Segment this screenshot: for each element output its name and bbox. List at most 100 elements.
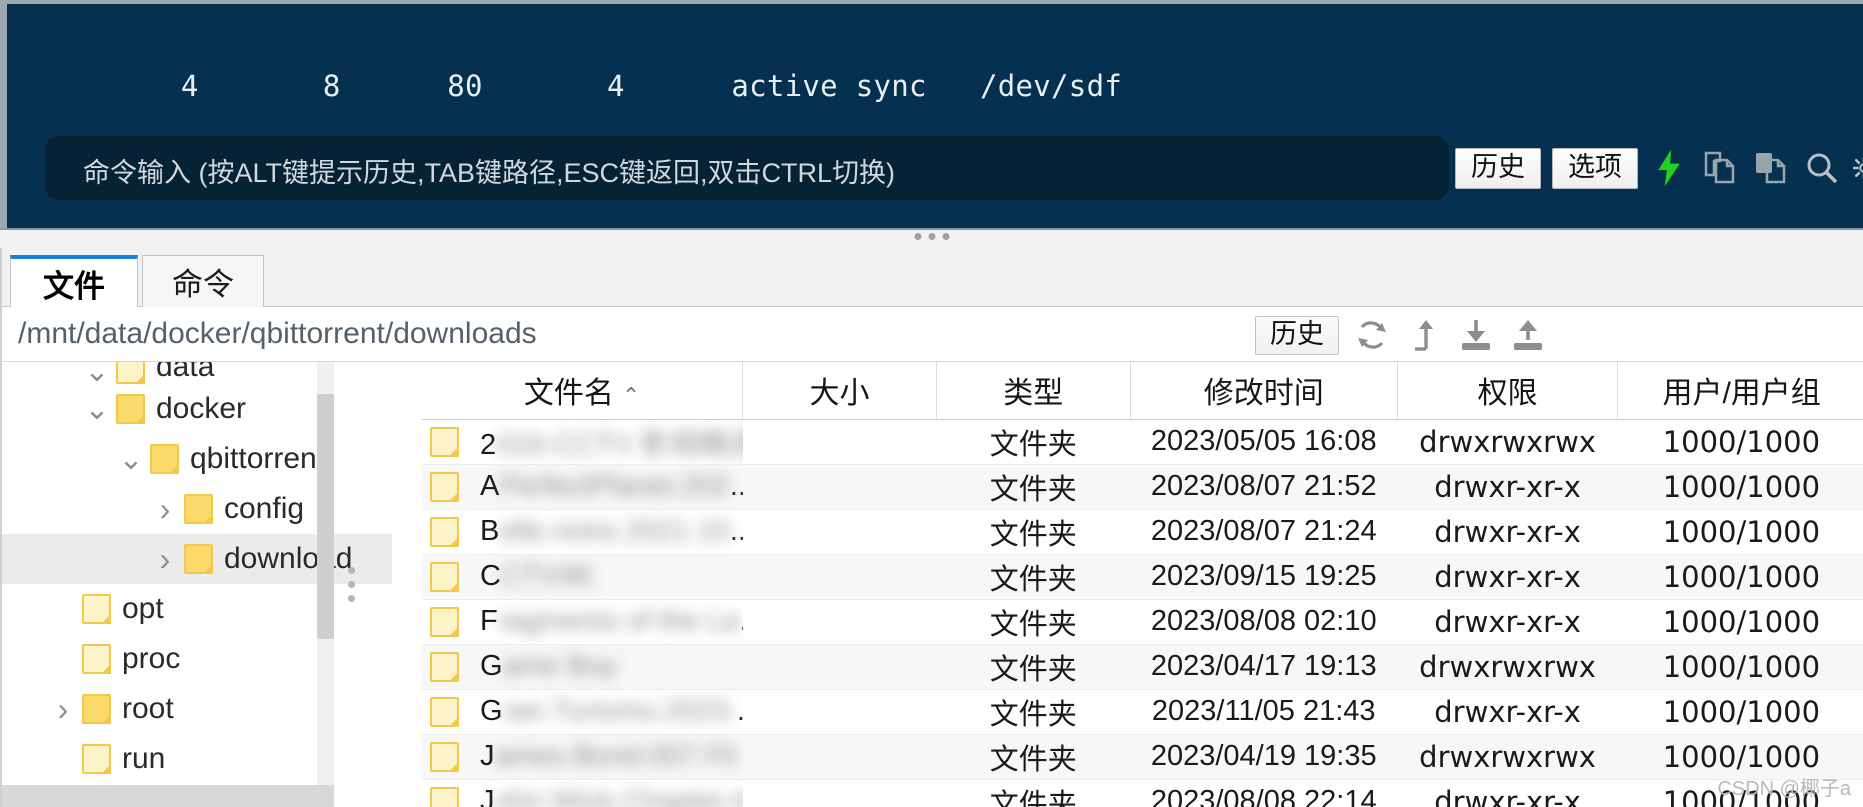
column-header-label: 大小 xyxy=(809,377,870,411)
tree-item-label: proc xyxy=(122,642,181,675)
tree-item-label: docker xyxy=(156,392,247,425)
command-bar: 命令输入 (按ALT键提示历史,TAB键路径,ESC键返回,双击CTRL切换) … xyxy=(7,134,1863,202)
cell-owner: 1000/1000 xyxy=(1617,689,1863,735)
column-header-owner[interactable]: 用户/用户组 xyxy=(1617,362,1863,420)
tree-horizontal-scrollbar[interactable] xyxy=(2,785,334,807)
cell-perm: drwxrwxrwx xyxy=(1397,734,1618,780)
cell-time: 2023/08/07 21:24 xyxy=(1130,509,1398,555)
tree-scrollbar-thumb[interactable] xyxy=(317,394,334,639)
column-header-type[interactable]: 类型 xyxy=(936,362,1131,420)
tree-vertical-scrollbar[interactable] xyxy=(317,362,334,807)
table-row[interactable]: CCTV4K 文件夹 2023/09/15 19:25 drwxr-xr-x 1000/… xyxy=(422,554,1863,600)
file-name-label: APerfectPlanet.202... xyxy=(480,470,743,502)
terminal-toolbar: 历史 选项 xyxy=(1455,140,1863,196)
cell-time: 2023/05/05 16:08 xyxy=(1130,419,1398,465)
file-table-head: 文件名 ⌃ 大小 类型 修改时间 权限 用户/用户组 xyxy=(422,362,1863,420)
tree-item-label: root xyxy=(122,692,174,725)
folder-icon xyxy=(430,606,459,637)
folder-icon xyxy=(116,394,145,424)
cell-name: APerfectPlanet.202... xyxy=(422,464,743,510)
folder-icon xyxy=(82,594,111,624)
folder-icon xyxy=(116,362,145,384)
cell-size xyxy=(742,464,937,510)
file-list: 文件名 ⌃ 大小 类型 修改时间 权限 用户/用户组 2016-CCTV 影视精选... 文件… xyxy=(422,362,1863,807)
path-toolbar: 历史 xyxy=(1255,312,1547,358)
tab-files-label: 文件 xyxy=(43,268,105,304)
path-input[interactable]: /mnt/data/docker/qbittorrent/downloads xyxy=(18,317,537,351)
cell-size xyxy=(742,689,937,735)
file-name-label: Belle.noire.2021.10... xyxy=(480,515,743,547)
sort-ascending-icon: ⌃ xyxy=(621,383,641,409)
directory-tree[interactable]: ⌄ data ⌄ docker ⌄ qbittorrent › config › download… xyxy=(2,362,392,807)
column-header-label: 用户/用户组 xyxy=(1662,377,1821,411)
table-row[interactable]: Fragments of the La... 文件夹2023/08/08 02:1… xyxy=(422,599,1863,645)
file-name-label: James.Bond.007.Fil xyxy=(480,740,737,772)
column-header-perm[interactable]: 权限 xyxy=(1397,362,1619,420)
chevron-down-icon[interactable]: ⌄ xyxy=(118,443,144,476)
tab-commands[interactable]: 命令 xyxy=(142,255,264,307)
column-header-size[interactable]: 大小 xyxy=(742,362,937,420)
cell-type: 文件夹 xyxy=(936,509,1131,555)
tree-item-label: config xyxy=(224,492,305,525)
file-name-label: Fragments of the La... xyxy=(480,605,743,637)
parent-directory-icon[interactable] xyxy=(1405,315,1443,355)
cell-perm: drwxr-xr-x xyxy=(1397,689,1618,735)
cell-perm: drwxrwxrwx xyxy=(1397,419,1618,465)
table-row[interactable]: Game Boy 文件夹 2023/04/17 19:13 drwxrwxrwx 100… xyxy=(422,644,1863,690)
tree-resize-handle[interactable] xyxy=(342,362,360,807)
chevron-down-icon[interactable]: ⌄ xyxy=(84,393,110,426)
upload-icon[interactable] xyxy=(1509,315,1547,355)
cell-owner: 1000/1000 xyxy=(1617,509,1863,555)
table-row[interactable]: Gran.Turismo.2023.... 文件夹2023/11/05 21:43… xyxy=(422,689,1863,735)
folder-icon xyxy=(430,696,459,727)
column-header-time[interactable]: 修改时间 xyxy=(1130,362,1398,420)
chevron-down-icon[interactable]: ⌄ xyxy=(84,362,110,384)
folder-icon xyxy=(430,741,459,772)
table-row[interactable]: John.Wick.Chapter.4 文件夹 2023/08/08 22:14 dr… xyxy=(422,779,1863,807)
column-header-label: 权限 xyxy=(1477,377,1538,411)
table-row[interactable]: Belle.noire.2021.10... 文件夹2023/08/07 21:2… xyxy=(422,509,1863,555)
pane-splitter[interactable] xyxy=(0,228,1863,248)
terminal-pane[interactable]: 4 8 80 4 active sync /dev/sdf [root@loca… xyxy=(0,0,1863,228)
tree-item-label: run xyxy=(122,742,166,775)
tree-item-label: qbittorrent xyxy=(190,442,326,475)
cell-type: 文件夹 xyxy=(936,464,1131,510)
tab-strip: 文件 命令 xyxy=(2,248,1863,307)
gear-icon[interactable] xyxy=(1853,146,1863,190)
column-header-label: 修改时间 xyxy=(1203,377,1324,411)
command-input[interactable]: 命令输入 (按ALT键提示历史,TAB键路径,ESC键返回,双击CTRL切换) xyxy=(45,136,1449,200)
cell-owner: 1000/1000 xyxy=(1617,464,1863,510)
cell-size xyxy=(742,779,937,807)
folder-icon xyxy=(430,471,459,502)
table-row[interactable]: 2016-CCTV 影视精选... 文件夹2023/05/05 16:08drwx… xyxy=(422,419,1863,465)
cell-size xyxy=(742,644,937,690)
folder-icon xyxy=(430,561,459,592)
terminal-options-button[interactable]: 选项 xyxy=(1552,147,1638,189)
tab-files[interactable]: 文件 xyxy=(10,255,138,307)
file-table-body: 2016-CCTV 影视精选...文件夹2023/05/05 16:08drwx… xyxy=(422,419,1863,807)
chevron-right-icon[interactable]: › xyxy=(152,541,178,577)
table-row[interactable]: APerfectPlanet.202... 文件夹2023/08/07 21:52… xyxy=(422,464,1863,510)
splitter-handle[interactable] xyxy=(914,233,949,240)
folder-icon xyxy=(150,444,179,474)
file-manager: 文件 命令 /mnt/data/docker/qbittorrent/downl… xyxy=(0,248,1863,807)
cell-perm: drwxr-xr-x xyxy=(1397,779,1618,807)
path-history-button[interactable]: 历史 xyxy=(1255,315,1339,355)
search-icon[interactable] xyxy=(1802,146,1842,190)
cell-owner: 1000/1000 xyxy=(1617,419,1863,465)
cell-time: 2023/11/05 21:43 xyxy=(1130,689,1398,735)
download-icon[interactable] xyxy=(1457,315,1495,355)
cell-perm: drwxr-xr-x xyxy=(1397,509,1618,555)
lightning-icon[interactable] xyxy=(1649,146,1689,190)
copy-icon[interactable] xyxy=(1700,146,1740,190)
paste-icon[interactable] xyxy=(1751,146,1791,190)
chevron-right-icon[interactable]: › xyxy=(50,691,76,727)
terminal-history-button[interactable]: 历史 xyxy=(1455,147,1541,189)
cell-owner: 1000/1000 xyxy=(1617,599,1863,645)
cell-type: 文件夹 xyxy=(936,644,1131,690)
column-header-name[interactable]: 文件名 ⌃ xyxy=(422,362,744,420)
chevron-right-icon[interactable]: › xyxy=(152,491,178,527)
refresh-icon[interactable] xyxy=(1353,315,1391,355)
cell-time: 2023/04/19 19:35 xyxy=(1130,734,1398,780)
table-row[interactable]: James.Bond.007.Fil 文件夹 2023/04/19 19:35 drw… xyxy=(422,734,1863,780)
